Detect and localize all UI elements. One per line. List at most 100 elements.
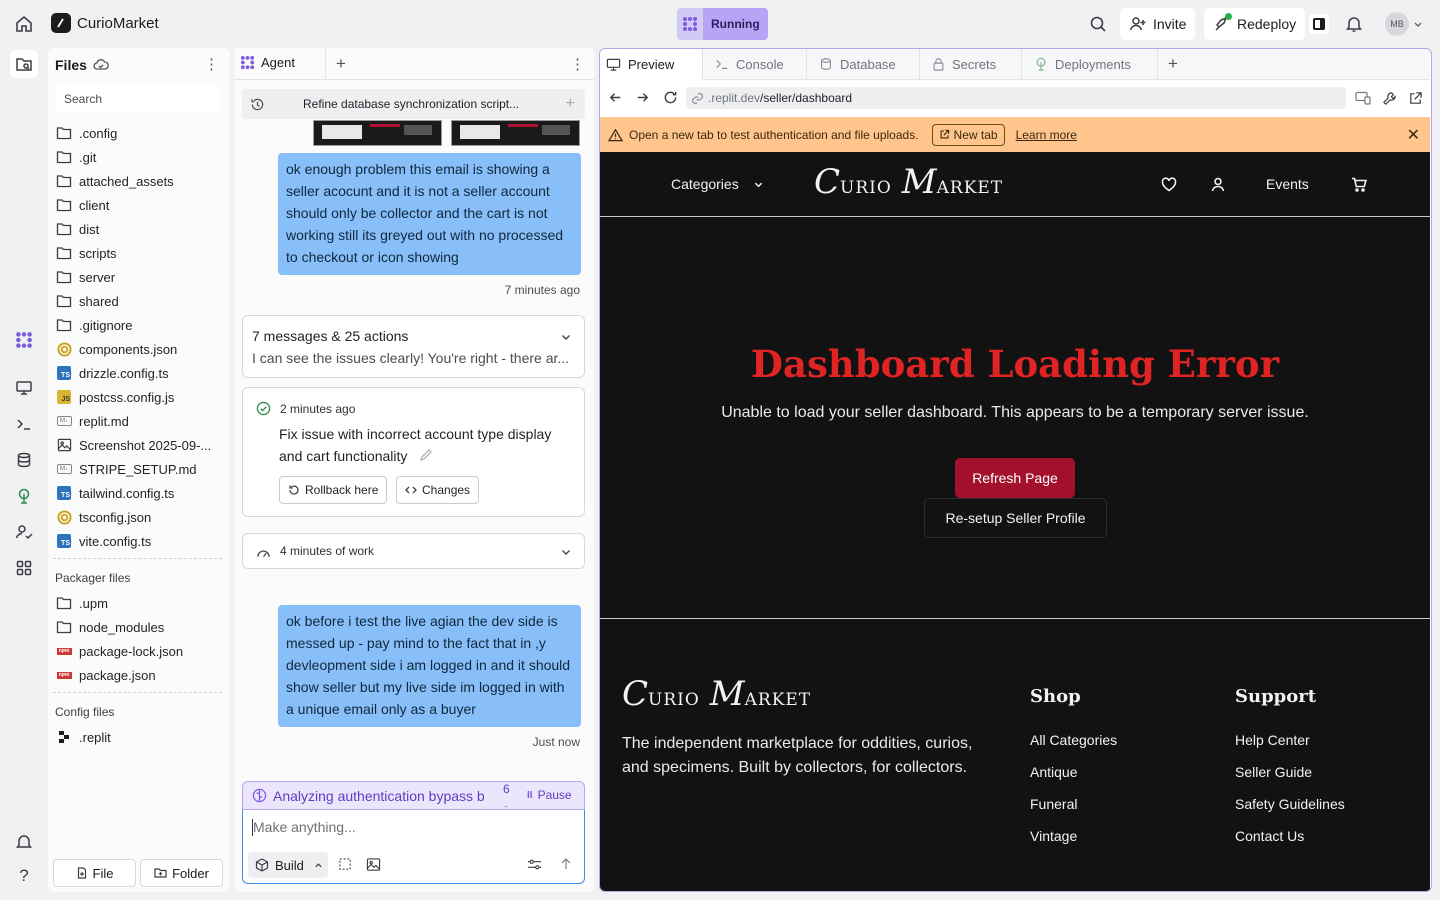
tab-agent[interactable]: Agent — [234, 48, 326, 79]
settings-sliders-icon[interactable] — [527, 858, 542, 871]
file-tree-item[interactable]: JS postcss.config.js — [48, 385, 230, 409]
back-icon[interactable] — [608, 90, 623, 105]
select-element-icon[interactable] — [338, 857, 353, 872]
heart-icon[interactable] — [1161, 177, 1177, 192]
file-tree-item[interactable]: TS tailwind.config.ts — [48, 481, 230, 505]
device-toggle-icon[interactable] — [1355, 91, 1371, 105]
layout-toggle-icon[interactable] — [1309, 14, 1329, 34]
devtools-wrench-icon[interactable] — [1382, 91, 1397, 106]
file-tree-item[interactable]: .replit — [48, 725, 230, 749]
cart-icon[interactable] — [1351, 177, 1367, 192]
history-icon[interactable] — [250, 97, 265, 112]
run-status[interactable]: Running — [677, 8, 768, 40]
invite-button[interactable]: Invite — [1120, 8, 1196, 40]
file-tree-item[interactable]: M↓ replit.md — [48, 409, 230, 433]
attachment-thumbnail[interactable] — [313, 120, 442, 146]
file-tree-item[interactable]: attached_assets — [48, 169, 230, 193]
file-tree-item[interactable]: npm package.json — [48, 663, 230, 687]
actions-summary-card[interactable]: 7 messages & 25 actions I can see the is… — [242, 315, 585, 378]
new-file-button[interactable]: File — [53, 859, 136, 887]
agent-nav-icon[interactable] — [10, 326, 38, 354]
close-icon[interactable]: ✕ — [1407, 125, 1420, 145]
files-search-input[interactable]: Search — [56, 85, 219, 111]
tab-database[interactable]: Database — [807, 49, 920, 80]
app-name[interactable]: CurioMarket — [77, 15, 159, 32]
footer-link[interactable]: Antique — [1030, 756, 1117, 788]
site-nav-events[interactable]: Events — [1266, 176, 1309, 192]
file-tree-item[interactable]: .upm — [48, 591, 230, 615]
file-tree-item[interactable]: shared — [48, 289, 230, 313]
changes-button[interactable]: Changes — [396, 476, 480, 504]
file-tree-item[interactable]: .gitignore — [48, 313, 230, 337]
file-tree-item[interactable]: tsconfig.json — [48, 505, 230, 529]
agent-prompt-input[interactable]: Make anything... — [253, 819, 573, 839]
reload-icon[interactable] — [663, 90, 678, 105]
new-folder-button[interactable]: Folder — [140, 859, 223, 887]
file-tree-item[interactable]: M↓ STRIPE_SETUP.md — [48, 457, 230, 481]
tab-preview[interactable]: Preview — [600, 49, 703, 80]
bell-icon[interactable] — [1345, 15, 1363, 33]
file-tree-item[interactable]: Screenshot 2025-09-... — [48, 433, 230, 457]
help-icon[interactable]: ? — [10, 862, 38, 890]
image-upload-icon[interactable] — [366, 857, 381, 872]
file-tree-item[interactable]: TS drizzle.config.ts — [48, 361, 230, 385]
footer-link[interactable]: Funeral — [1030, 788, 1117, 820]
user-menu[interactable]: MB — [1385, 12, 1423, 36]
file-tree-item[interactable]: npm package-lock.json — [48, 639, 230, 663]
deployments-nav-icon[interactable] — [10, 482, 38, 510]
site-nav-categories[interactable]: Categories — [671, 176, 764, 192]
alert-nav-icon[interactable] — [10, 828, 38, 856]
file-tree-item[interactable]: .git — [48, 145, 230, 169]
footer-link[interactable]: Help Center — [1235, 724, 1345, 756]
add-preview-tab-icon[interactable]: + — [1168, 54, 1178, 74]
file-tree-item[interactable]: dist — [48, 217, 230, 241]
send-arrow-icon[interactable] — [559, 857, 573, 871]
thread-header[interactable]: Refine database synchronization script..… — [242, 89, 585, 119]
console-nav-icon[interactable] — [10, 410, 38, 438]
search-icon[interactable] — [1089, 15, 1107, 33]
footer-link[interactable]: Safety Guidelines — [1235, 788, 1345, 820]
file-tree-item[interactable]: client — [48, 193, 230, 217]
tab-console[interactable]: Console — [703, 49, 807, 80]
pause-button[interactable]: II Pause — [527, 788, 572, 802]
file-tree-item[interactable]: scripts — [48, 241, 230, 265]
open-external-icon[interactable] — [1408, 91, 1423, 106]
file-tree-item[interactable]: server — [48, 265, 230, 289]
agent-menu-icon[interactable]: ⋮ — [570, 55, 585, 73]
resetup-seller-button[interactable]: Re-setup Seller Profile — [924, 498, 1107, 538]
new-tab-button[interactable]: New tab — [931, 123, 1005, 146]
add-tab-icon[interactable]: + — [336, 54, 346, 74]
database-nav-icon[interactable] — [10, 446, 38, 474]
footer-link[interactable]: Seller Guide — [1235, 756, 1345, 788]
tab-deployments[interactable]: Deployments — [1022, 49, 1158, 80]
tab-secrets[interactable]: Secrets — [920, 49, 1022, 80]
url-bar[interactable]: .replit.dev/seller/dashboard — [686, 87, 1346, 109]
attachment-thumbnail[interactable] — [451, 120, 580, 146]
forward-icon[interactable] — [635, 90, 650, 105]
work-summary-card[interactable]: 4 minutes of work — [242, 533, 585, 569]
files-menu-icon[interactable]: ⋮ — [204, 57, 219, 72]
file-tree-item[interactable]: components.json — [48, 337, 230, 361]
build-mode-select[interactable]: Build — [248, 852, 328, 878]
site-logo[interactable]: C URIO M ARKET — [814, 162, 1003, 202]
apps-nav-icon[interactable] — [10, 554, 38, 582]
chevron-down-icon — [754, 182, 762, 187]
thread-title: Refine database synchronization script..… — [303, 97, 520, 111]
footer-link[interactable]: Vintage — [1030, 820, 1117, 852]
user-icon[interactable] — [1211, 177, 1225, 192]
file-tree-item[interactable]: .config — [48, 121, 230, 145]
edit-icon[interactable] — [419, 448, 433, 462]
footer-link[interactable]: Contact Us — [1235, 820, 1345, 852]
file-tree-item[interactable]: node_modules — [48, 615, 230, 639]
footer-link[interactable]: All Categories — [1030, 724, 1117, 756]
preview-nav-icon[interactable] — [10, 374, 38, 402]
learn-more-link[interactable]: Learn more — [1016, 128, 1077, 142]
redeploy-button[interactable]: Redeploy — [1204, 8, 1306, 40]
files-nav-icon[interactable] — [10, 50, 38, 78]
home-icon[interactable] — [14, 14, 34, 34]
users-nav-icon[interactable] — [10, 518, 38, 546]
rollback-button[interactable]: Rollback here — [279, 476, 388, 504]
refresh-page-button[interactable]: Refresh Page — [955, 458, 1075, 498]
file-tree-item[interactable]: TS vite.config.ts — [48, 529, 230, 553]
new-thread-icon[interactable]: + — [566, 95, 575, 113]
